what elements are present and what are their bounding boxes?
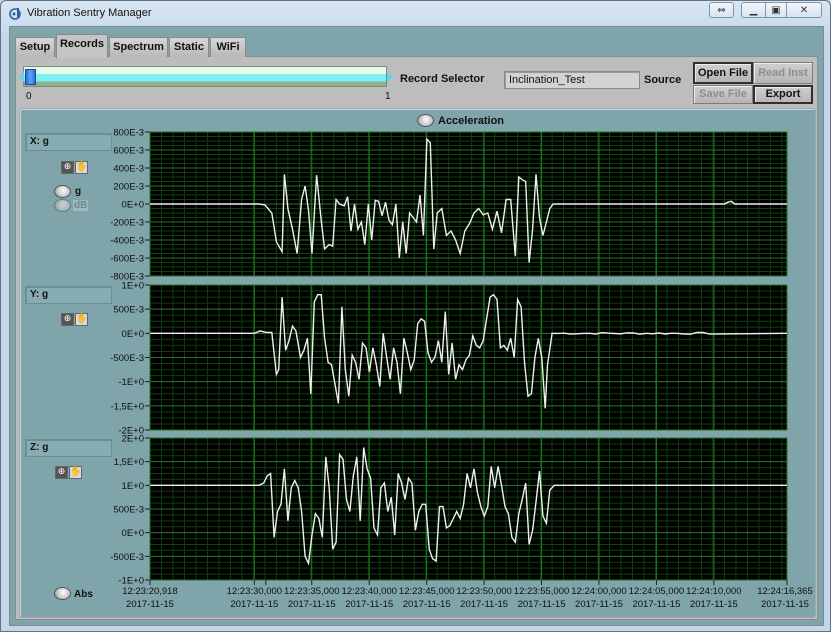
abs-toggle[interactable] bbox=[54, 587, 71, 600]
acceleration-label: Acceleration bbox=[438, 115, 505, 127]
x-pan-tool-icon[interactable]: ✋ bbox=[75, 161, 88, 174]
z-pan-tool-icon[interactable]: ✋ bbox=[69, 466, 82, 479]
tab-static[interactable]: Static bbox=[169, 37, 209, 57]
window-title: Vibration Sentry Manager bbox=[27, 7, 152, 19]
close-icon: ✕ bbox=[799, 5, 809, 16]
app-logo-icon bbox=[9, 8, 21, 20]
unit-g-label: g bbox=[75, 186, 82, 197]
minimize-button[interactable]: ▁ bbox=[741, 2, 766, 18]
save-file-button[interactable]: Save File bbox=[693, 85, 753, 104]
record-selector-slider[interactable] bbox=[23, 66, 387, 87]
slider-max-label: 1 bbox=[385, 91, 391, 102]
abs-label: Abs bbox=[74, 589, 93, 600]
y-pan-tool-icon[interactable]: ✋ bbox=[75, 313, 88, 326]
resize-button[interactable]: ⇔ bbox=[709, 2, 734, 18]
tab-records[interactable]: Records bbox=[56, 34, 108, 58]
open-file-button[interactable]: Open File bbox=[693, 62, 753, 84]
acceleration-toggle[interactable] bbox=[417, 114, 434, 127]
minimize-icon: ▁ bbox=[749, 5, 758, 16]
tab-wifi[interactable]: WiFi bbox=[210, 37, 246, 57]
export-button[interactable]: Export bbox=[753, 85, 813, 104]
z-channel-label: Z: g bbox=[25, 439, 112, 457]
tab-spectrum[interactable]: Spectrum bbox=[109, 37, 168, 57]
x-channel-label: X: g bbox=[25, 133, 112, 151]
x-zoom-tool-icon[interactable]: ⊕ bbox=[61, 161, 74, 174]
unit-db-label: dB bbox=[73, 200, 89, 211]
unit-g-radio[interactable] bbox=[54, 185, 71, 198]
slider-arrow-right-icon bbox=[387, 72, 394, 82]
client-area: Setup Records Spectrum Static WiFi 0 1 R… bbox=[9, 26, 824, 626]
source-field[interactable]: Inclination_Test bbox=[504, 71, 640, 89]
app-window: Vibration Sentry Manager ⇔ ▁ ▣ ✕ Setup R… bbox=[0, 0, 831, 632]
resize-icon: ⇔ bbox=[717, 5, 726, 16]
maximize-button[interactable]: ▣ bbox=[765, 2, 787, 18]
source-label: Source bbox=[644, 74, 682, 86]
y-zoom-tool-icon[interactable]: ⊕ bbox=[61, 313, 74, 326]
z-zoom-tool-icon[interactable]: ⊕ bbox=[55, 466, 68, 479]
close-button[interactable]: ✕ bbox=[786, 2, 822, 18]
record-selector-thumb[interactable] bbox=[25, 69, 36, 85]
maximize-icon: ▣ bbox=[771, 5, 781, 16]
read-inst-button[interactable]: Read Inst bbox=[753, 62, 813, 84]
record-selector-label: Record Selector bbox=[400, 73, 485, 85]
unit-db-radio[interactable] bbox=[54, 199, 71, 212]
y-channel-label: Y: g bbox=[25, 286, 112, 304]
tab-setup[interactable]: Setup bbox=[15, 37, 55, 57]
slider-min-label: 0 bbox=[26, 91, 32, 102]
slider-arrow-left-icon bbox=[19, 72, 24, 82]
title-bar: Vibration Sentry Manager ⇔ ▁ ▣ ✕ bbox=[1, 1, 830, 26]
graphs-panel: Acceleration X: g ⊕ ✋ g dB Y: g ⊕ ✋ Z: g… bbox=[19, 108, 816, 618]
